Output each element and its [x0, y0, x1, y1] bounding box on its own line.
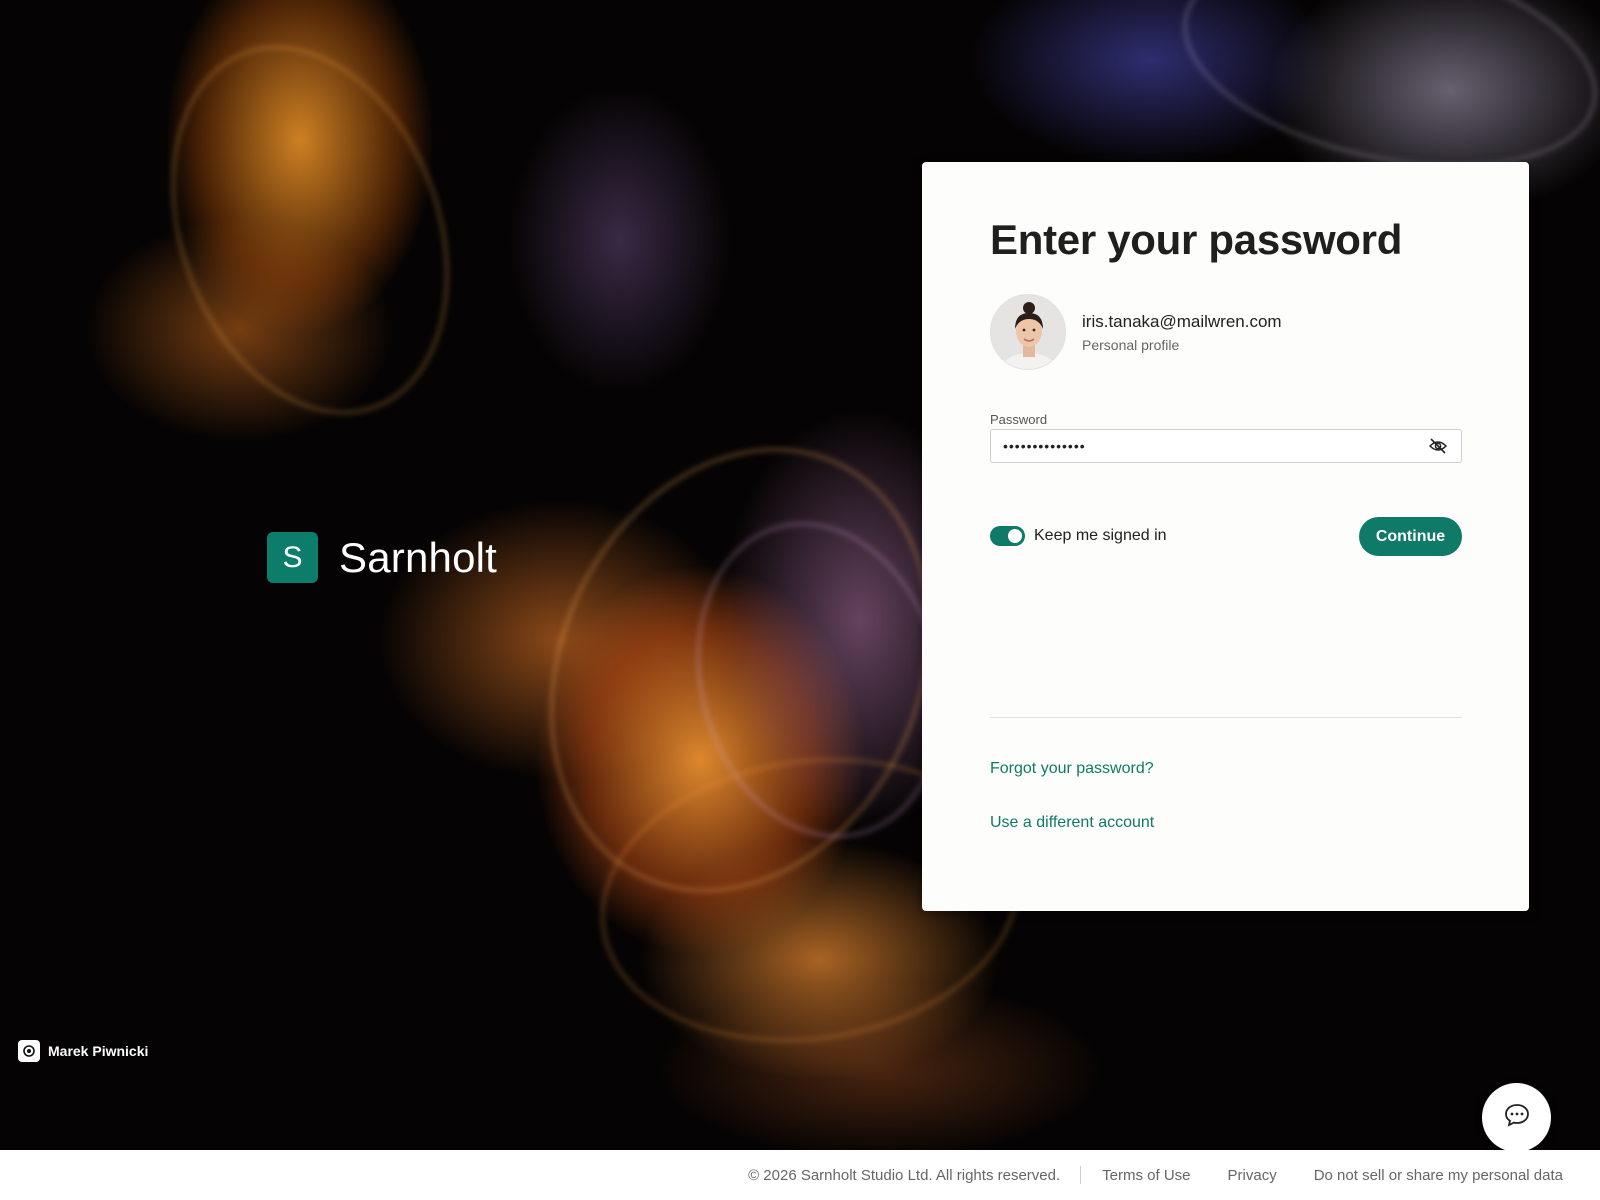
keep-signed-in-label: Keep me signed in	[1034, 527, 1167, 544]
account-profile: iris.tanaka@mailwren.com Personal profil…	[990, 294, 1282, 370]
chat-button[interactable]	[1482, 1083, 1551, 1152]
keep-signed-in-toggle[interactable]	[990, 526, 1025, 546]
divider	[990, 717, 1462, 718]
brand-logo: S Sarnholt	[267, 532, 497, 583]
brand-name: Sarnholt	[339, 533, 498, 581]
page-title: Enter your password	[990, 216, 1403, 263]
footer: © 2026 Sarnholt Studio Ltd. All rights r…	[0, 1150, 1600, 1200]
eye-off-icon[interactable]	[1427, 435, 1449, 457]
terms-link[interactable]: Terms of Use	[1102, 1167, 1190, 1184]
signin-card: Enter your password iris.tanaka@mailwren…	[922, 162, 1529, 911]
chat-bubble-icon	[1503, 1102, 1531, 1133]
keep-signed-in[interactable]: Keep me signed in	[990, 526, 1167, 546]
brand-mark: S	[267, 532, 318, 583]
password-value[interactable]: ••••••••••••••	[1003, 438, 1427, 454]
footer-divider	[1080, 1166, 1082, 1184]
privacy-link[interactable]: Privacy	[1228, 1167, 1277, 1184]
photo-credit-name: Marek Piwnicki	[48, 1043, 149, 1059]
photo-credit[interactable]: Marek Piwnicki	[18, 1040, 148, 1062]
continue-button[interactable]: Continue	[1359, 517, 1462, 556]
camera-icon	[18, 1040, 40, 1062]
account-email: iris.tanaka@mailwren.com	[1082, 311, 1282, 331]
do-not-sell-link[interactable]: Do not sell or share my personal data	[1314, 1167, 1563, 1184]
copyright: © 2026 Sarnholt Studio Ltd. All rights r…	[748, 1166, 1061, 1184]
avatar	[990, 294, 1066, 370]
password-label: Password	[990, 412, 1048, 427]
different-account-link[interactable]: Use a different account	[990, 814, 1154, 832]
account-type: Personal profile	[1082, 336, 1180, 353]
password-input[interactable]: ••••••••••••••	[990, 429, 1462, 463]
forgot-password-link[interactable]: Forgot your password?	[990, 760, 1154, 778]
